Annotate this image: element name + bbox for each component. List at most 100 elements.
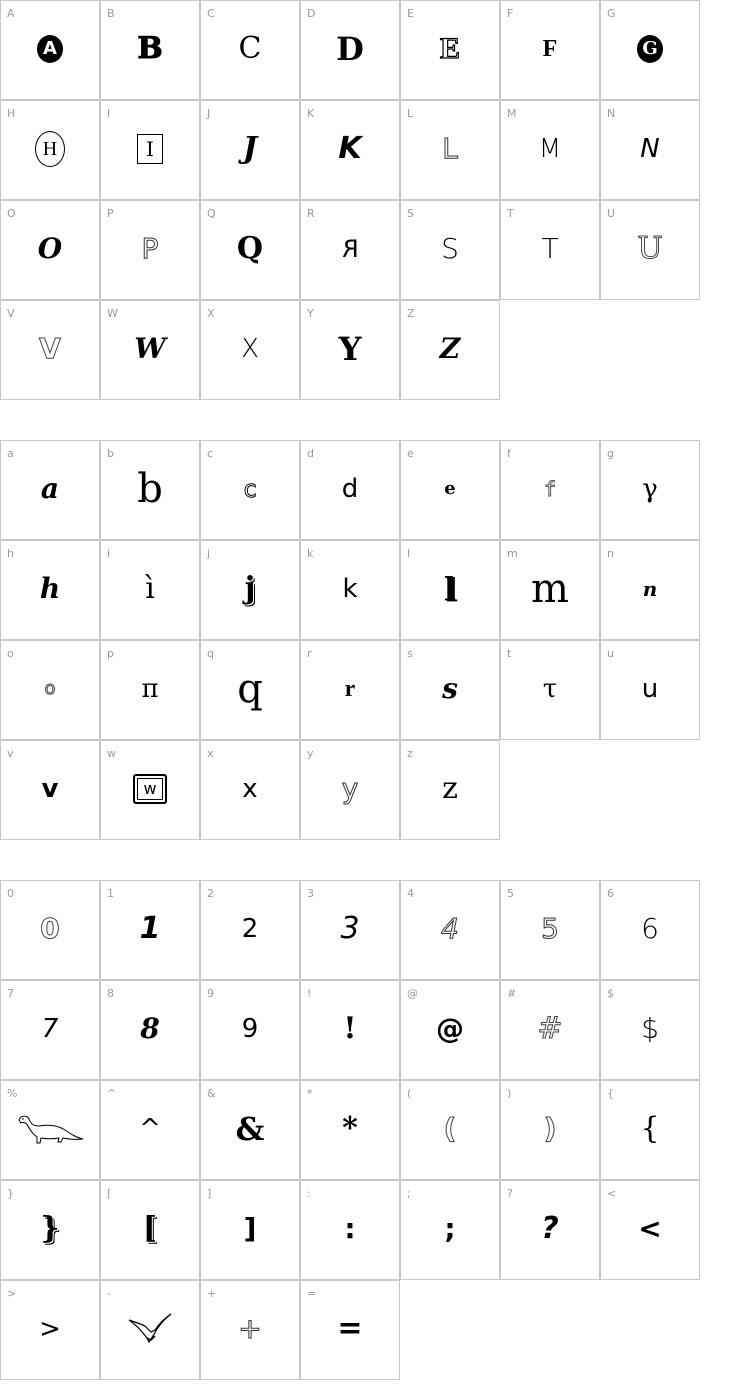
glyph-sample: * xyxy=(301,1109,399,1149)
glyph-cell-label: ; xyxy=(407,1187,411,1200)
glyph-cell-label: H xyxy=(7,107,16,120)
glyph-cell-label: 8 xyxy=(107,987,114,1000)
glyph-cell-label: z xyxy=(407,747,413,760)
glyph-sample: [ xyxy=(101,1209,199,1249)
glyph-sample: E xyxy=(401,29,499,69)
glyph-sample: d xyxy=(301,469,399,509)
glyph-char: 4 xyxy=(441,912,460,945)
glyph-cell-label: U xyxy=(607,207,616,220)
glyph-cell-label: 9 xyxy=(207,987,214,1000)
glyph-char: { xyxy=(640,1111,660,1146)
glyph-sample: Y xyxy=(301,329,399,369)
glyph-sample: 4 xyxy=(401,909,499,949)
glyph-cell: mm xyxy=(500,540,600,640)
glyph-char: y xyxy=(341,772,359,805)
glyph-cell-label: J xyxy=(207,107,211,120)
glyph-cell: # # xyxy=(500,980,600,1080)
glyph-char: ì xyxy=(145,571,155,606)
glyph-char: [ xyxy=(142,1211,158,1246)
glyph-char: } xyxy=(40,1211,60,1246)
glyph-cell-label: 4 xyxy=(407,887,414,900)
glyph-sample: M xyxy=(501,129,599,169)
glyph-cell-label: M xyxy=(507,107,517,120)
glyph-char: R xyxy=(341,235,359,263)
glyph-sample: γ xyxy=(601,469,699,509)
glyph-cell-label: S xyxy=(407,207,414,220)
glyph-char: ? xyxy=(541,1211,559,1246)
glyph-cell-label: ^ xyxy=(107,1087,117,1100)
glyph-char: e xyxy=(444,478,456,499)
glyph-char: Z xyxy=(439,332,461,365)
glyph-cell: GG xyxy=(600,0,700,100)
glyph-char: + xyxy=(238,1312,262,1345)
glyph-sample: H xyxy=(1,129,99,169)
glyph-cell: ZZ xyxy=(400,300,500,400)
glyph-cell-label: b xyxy=(107,447,114,460)
glyph-cell: {{ xyxy=(600,1080,700,1180)
glyph-cell: XX xyxy=(200,300,300,400)
glyph-cell: :: xyxy=(300,1180,400,1280)
glyph-cell-label: C xyxy=(207,7,215,20)
glyph-sample: P xyxy=(101,229,199,269)
glyph-sample: ) xyxy=(501,1109,599,1149)
glyph-sample: Q xyxy=(201,229,299,269)
glyph-cell: 88 xyxy=(100,980,200,1080)
glyph-cell-label: > xyxy=(7,1287,17,1300)
glyph-cell: kk xyxy=(300,540,400,640)
glyph-char: $ xyxy=(641,1012,659,1045)
glyph-cell: NN xyxy=(600,100,700,200)
glyph-sample: 9 xyxy=(201,1009,299,1049)
glyph-sample: τ xyxy=(501,669,599,709)
glyph-char: 0 xyxy=(40,912,61,945)
glyph-char: ^ xyxy=(139,1114,161,1144)
glyph-cell-label: q xyxy=(207,647,214,660)
glyph-sample: @ xyxy=(401,1009,499,1049)
glyph-cell: zz xyxy=(400,740,500,840)
glyph-cell-label: } xyxy=(7,1187,14,1200)
glyph-cell-label: y xyxy=(307,747,314,760)
glyph-char: B xyxy=(137,31,163,66)
glyph-cell-label: p xyxy=(107,647,114,660)
glyph-char: T xyxy=(541,232,559,265)
glyph-sample: f xyxy=(501,469,599,509)
glyph-sample: J xyxy=(201,129,299,169)
glyph-sample: 3 xyxy=(301,909,399,949)
glyph-char: r xyxy=(344,676,356,702)
glyph-cell-label: F xyxy=(507,7,514,20)
glyph-sample: R xyxy=(301,229,399,269)
glyph-char: A xyxy=(37,35,63,63)
glyph-char: E xyxy=(439,32,460,65)
glyph-char: q xyxy=(237,666,263,712)
glyph-cell-label: 1 xyxy=(107,887,114,900)
glyph-cell-label: c xyxy=(207,447,214,460)
glyph-sample: = xyxy=(301,1309,399,1349)
glyph-cell-label: I xyxy=(107,107,111,120)
glyph-cell: > > xyxy=(0,1280,100,1380)
glyph-char: d xyxy=(341,474,359,504)
glyph-cell: pπ xyxy=(100,640,200,740)
glyph-cell: hh xyxy=(0,540,100,640)
glyph-cell-label: P xyxy=(107,207,114,220)
glyph-sample: 0 xyxy=(1,909,99,949)
glyph-sample: L xyxy=(401,129,499,169)
glyph-cell: YY xyxy=(300,300,400,400)
glyph-sample: m xyxy=(501,569,599,609)
glyph-cell: @ @ xyxy=(400,980,500,1080)
glyph-cell: 99 xyxy=(200,980,300,1080)
glyph-char: V xyxy=(39,332,62,365)
glyph-cell-label: 3 xyxy=(307,887,314,900)
glyph-sample: + xyxy=(201,1309,299,1349)
glyph-cell: !! xyxy=(300,980,400,1080)
glyph-sample: v xyxy=(1,769,99,809)
glyph-cell-label: ! xyxy=(307,987,312,1000)
glyph-cell-label: m xyxy=(507,547,518,560)
glyph-cell-label: # xyxy=(507,987,517,1000)
glyph-cell: }} xyxy=(0,1180,100,1280)
glyph-cell-label: + xyxy=(207,1287,217,1300)
glyph-sample: : xyxy=(301,1209,399,1249)
glyph-char: m xyxy=(531,566,569,612)
glyph-cell: ]] xyxy=(200,1180,300,1280)
glyph-cell: 44 xyxy=(400,880,500,980)
glyph-sample: ^ xyxy=(101,1109,199,1149)
glyph-sample: ] xyxy=(201,1209,299,1249)
